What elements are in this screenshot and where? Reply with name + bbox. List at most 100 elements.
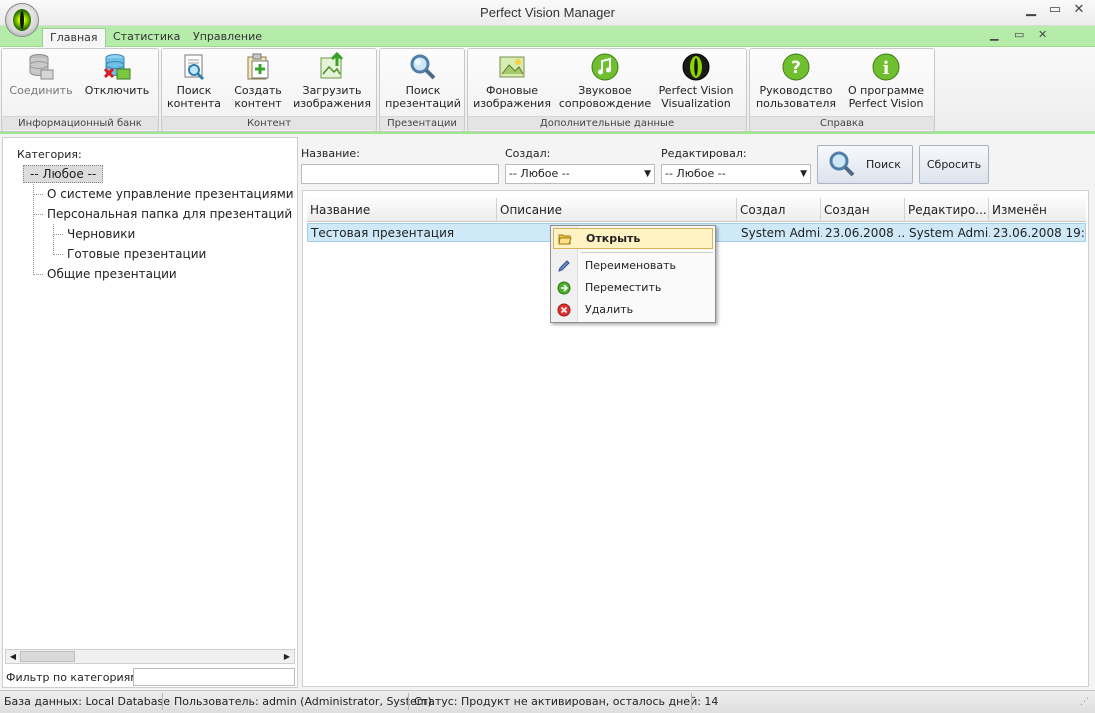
search-content-icon	[184, 54, 205, 81]
scroll-thumb[interactable]	[20, 651, 75, 662]
mdi-close-button[interactable]: ✕	[1038, 28, 1047, 41]
help-question-icon: ?	[782, 53, 810, 81]
perfect-vision-logo-icon	[13, 9, 31, 31]
tree-item-system-info[interactable]: О системе управление презентациями	[47, 187, 294, 201]
user-guide-label-2: пользователя	[755, 97, 837, 110]
upload-images-label-1: Загрузить	[302, 84, 362, 97]
about-label-1: О программе	[848, 84, 924, 97]
open-folder-icon	[558, 234, 572, 245]
search-presentations-button[interactable]: Поиск презентаций	[384, 52, 462, 110]
svg-text:i: i	[883, 58, 890, 79]
column-header-created-by[interactable]: Создал	[737, 198, 821, 222]
mdi-restore-button[interactable]: ▭	[1014, 28, 1024, 41]
search-content-label-1: Поиск	[176, 84, 212, 97]
upload-images-icon	[320, 52, 344, 79]
menu-separator	[581, 252, 713, 253]
database-disconnect-icon	[103, 54, 131, 80]
connect-button[interactable]: Соединить	[6, 52, 76, 97]
group-label-information-bank: Информационный банк	[2, 116, 158, 130]
scroll-left-icon[interactable]: ◀	[6, 650, 20, 663]
tree-item-ready-presentations[interactable]: Готовые презентации	[67, 247, 206, 261]
ribbon-group-additional-data: Фоновые изображения Звуковое сопровожден…	[467, 48, 747, 132]
menu-item-delete[interactable]: Удалить	[553, 300, 713, 321]
tree-item-shared-presentations[interactable]: Общие презентации	[47, 267, 177, 281]
status-bar: База данных: Local Database Пользователь…	[0, 690, 1095, 713]
column-header-name[interactable]: Название	[307, 198, 497, 222]
user-guide-button[interactable]: ? Руководство пользователя	[754, 52, 838, 110]
tree-line	[33, 214, 43, 215]
created-by-label: Создал:	[505, 147, 551, 160]
status-separator	[408, 693, 409, 710]
edited-by-select[interactable]: -- Любое -- ▼	[661, 164, 811, 184]
about-label-2: Perfect Vision	[848, 97, 924, 110]
menu-item-delete-label: Удалить	[585, 303, 634, 316]
background-images-button[interactable]: Фоновые изображения	[471, 52, 553, 110]
background-images-label-2: изображения	[473, 97, 551, 110]
search-button[interactable]: Поиск	[817, 145, 913, 184]
mdi-minimize-button[interactable]: ▁	[990, 28, 998, 41]
tab-statistics[interactable]: Статистика	[106, 28, 187, 47]
group-label-presentations: Презентации	[380, 116, 464, 130]
upload-images-label-2: изображения	[293, 97, 371, 110]
dropdown-arrow-icon: ▼	[644, 169, 651, 179]
disconnect-button[interactable]: Отключить	[82, 52, 152, 97]
info-icon: i	[872, 53, 900, 81]
menu-item-move-label: Переместить	[585, 281, 662, 294]
tree-line	[53, 234, 63, 235]
delete-icon	[557, 303, 571, 317]
cell-modified: 23.06.2008 19:...	[993, 226, 1085, 240]
tab-management[interactable]: Управление	[186, 28, 269, 47]
category-filter-label: Фильтр по категориям:	[6, 671, 143, 684]
name-filter-input[interactable]	[301, 164, 499, 184]
category-filter-input[interactable]	[133, 668, 295, 686]
resize-grip-icon[interactable]: ⋰	[1080, 697, 1089, 707]
pv-visualization-label-1: Perfect Vision	[658, 84, 734, 97]
maximize-button[interactable]: ▭	[1044, 2, 1066, 17]
tree-item-any[interactable]: -- Любое --	[23, 165, 104, 183]
menu-item-rename[interactable]: Переименовать	[553, 256, 713, 277]
context-menu: Открыть Переименовать Переместить Удалит…	[550, 225, 716, 323]
column-header-created[interactable]: Создан	[821, 198, 905, 222]
horizontal-scrollbar[interactable]: ◀ ▶	[5, 649, 295, 664]
menu-item-rename-label: Переименовать	[585, 259, 677, 272]
close-button[interactable]: ✕	[1068, 2, 1090, 17]
sound-accompaniment-button[interactable]: Звуковое сопровождение	[557, 52, 653, 110]
minimize-button[interactable]: ▁	[1020, 2, 1042, 17]
ribbon-group-content: Поиск контента Создать контент Загрузить…	[161, 48, 377, 132]
music-note-icon	[591, 53, 619, 81]
column-header-edited-by[interactable]: Редактиро...	[905, 198, 989, 222]
reset-button[interactable]: Сбросить	[919, 145, 989, 184]
status-activation: Статус: Продукт не активирован, осталось…	[414, 695, 719, 708]
pv-visualization-button[interactable]: Perfect Vision Visualization	[655, 52, 737, 110]
search-presentations-icon	[410, 54, 436, 80]
ribbon-group-help: ? Руководство пользователя i О программе…	[749, 48, 935, 132]
upload-images-button[interactable]: Загрузить изображения	[292, 52, 372, 110]
tab-home[interactable]: Главная	[42, 28, 106, 47]
background-images-label-1: Фоновые	[485, 84, 539, 97]
ribbon: Соединить Отключить Информационный банк …	[0, 47, 1095, 134]
about-button[interactable]: i О программе Perfect Vision	[842, 52, 930, 110]
column-header-description[interactable]: Описание	[497, 198, 737, 222]
menu-item-move[interactable]: Переместить	[553, 278, 713, 299]
scroll-right-icon[interactable]: ▶	[280, 650, 294, 663]
search-content-button[interactable]: Поиск контента	[164, 52, 224, 110]
create-content-button[interactable]: Создать контент	[228, 52, 288, 110]
connect-label: Соединить	[9, 84, 73, 97]
tree-line	[33, 194, 43, 195]
status-separator	[162, 693, 163, 710]
app-menu-button[interactable]	[5, 3, 39, 37]
cell-name: Тестовая презентация	[311, 226, 455, 240]
database-connect-icon	[29, 54, 54, 80]
menu-item-open[interactable]: Открыть	[553, 228, 713, 249]
tree-line	[53, 254, 63, 255]
column-header-modified[interactable]: Изменён	[989, 198, 1086, 222]
created-by-select[interactable]: -- Любое -- ▼	[505, 164, 655, 184]
created-by-value: -- Любое --	[509, 167, 570, 180]
ribbon-group-information-bank: Соединить Отключить Информационный банк	[1, 48, 159, 132]
tree-line	[33, 184, 34, 275]
tree-line	[53, 224, 54, 255]
group-label-additional-data: Дополнительные данные	[468, 116, 746, 130]
tree-item-personal-folder[interactable]: Персональная папка для презентаций	[47, 207, 292, 221]
tree-item-drafts[interactable]: Черновики	[67, 227, 135, 241]
dropdown-arrow-icon: ▼	[800, 169, 807, 179]
